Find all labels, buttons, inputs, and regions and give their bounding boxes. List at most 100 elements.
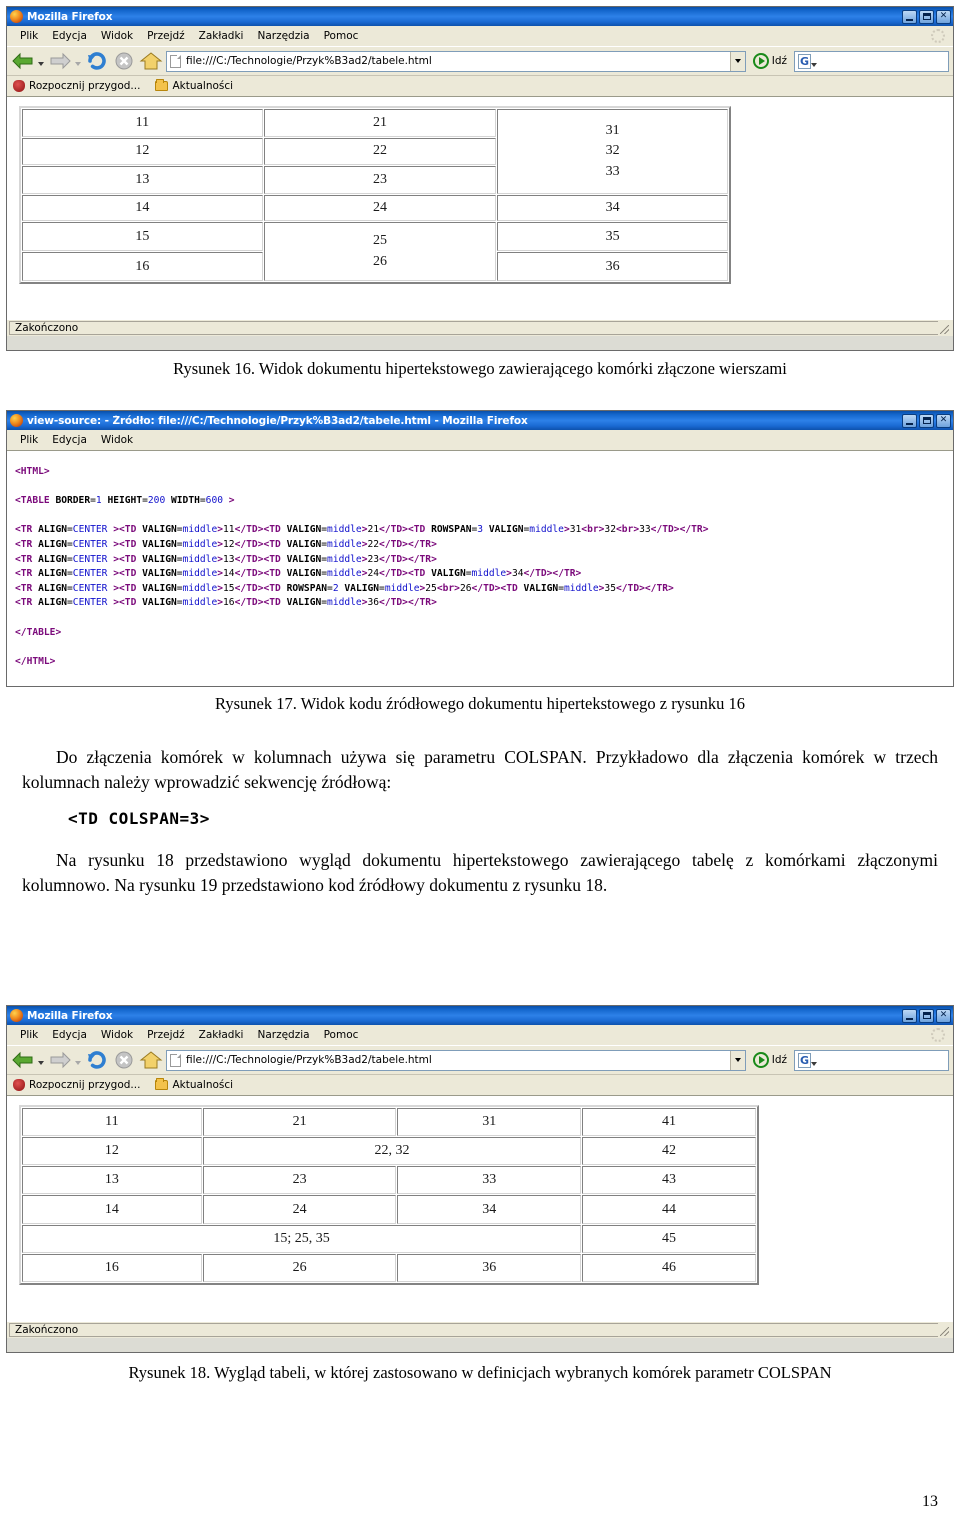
table-cell: 13 — [22, 166, 263, 195]
page-viewport: 11 21 31 32 33 12 22 13 23 14 24 34 15 2… — [7, 97, 953, 319]
google-search-icon: G — [798, 1052, 812, 1068]
menu-item-plik[interactable]: Plik — [13, 1028, 45, 1042]
bookmark-label: Rozpocznij przygod... — [29, 1079, 141, 1091]
table-row: 12 22, 32 42 — [22, 1137, 756, 1166]
table-cell: 21 — [202, 1108, 397, 1137]
menu-item-narzedzia[interactable]: Narzędzia — [250, 1028, 316, 1042]
bookmark-aktualnosci[interactable]: Aktualności — [155, 79, 234, 92]
status-bar: Zakończono — [7, 319, 953, 336]
maximize-button[interactable] — [919, 1008, 934, 1023]
table-cell: 14 — [22, 1195, 202, 1224]
menu-item-widok[interactable]: Widok — [94, 29, 140, 43]
menu-item-przejdz[interactable]: Przejdź — [140, 29, 192, 43]
source-code-view: <HTML> <TABLE BORDER=1 HEIGHT=200 WIDTH=… — [7, 451, 953, 671]
menu-bar: Plik Edycja Widok Przejdź Zakładki Narzę… — [7, 26, 953, 47]
table-cell: 35 — [497, 222, 728, 252]
home-icon[interactable] — [139, 1048, 163, 1072]
menu-item-pomoc[interactable]: Pomoc — [317, 29, 366, 43]
source-blank-line — [15, 640, 953, 655]
paragraph-colspan-intro: Do złączenia komórek w kolumnach używa s… — [22, 747, 938, 792]
menu-item-edycja[interactable]: Edycja — [45, 29, 94, 43]
search-input[interactable]: G — [794, 1049, 949, 1071]
table-cell: 16 — [22, 252, 263, 281]
figure16-caption: Rysunek 16. Widok dokumentu hipertekstow… — [173, 359, 787, 378]
table-row: 14 24 34 44 — [22, 1195, 756, 1224]
stop-icon — [112, 1048, 136, 1072]
menu-bar: Plik Edycja Widok Przejdź Zakładki Narzę… — [7, 1025, 953, 1046]
menu-item-przejdz[interactable]: Przejdź — [140, 1028, 192, 1042]
address-dropdown-icon[interactable] — [729, 1050, 745, 1070]
table-cell: 41 — [582, 1108, 756, 1137]
bookmark-rozpocznij-przygode[interactable]: Rozpocznij przygod... — [13, 80, 140, 92]
status-text: Zakończono — [9, 1323, 938, 1337]
menu-item-plik[interactable]: Plik — [13, 29, 45, 43]
menu-item-edycja[interactable]: Edycja — [45, 433, 94, 447]
menu-item-zakladki[interactable]: Zakładki — [192, 29, 251, 43]
bookmark-aktualnosci[interactable]: Aktualności — [155, 1078, 234, 1091]
table-row: 15; 25, 35 45 — [22, 1224, 756, 1253]
bookmark-rozpocznij-przygode[interactable]: Rozpocznij przygod... — [13, 1079, 140, 1091]
menu-item-edycja[interactable]: Edycja — [45, 1028, 94, 1042]
table-cell: 44 — [582, 1195, 756, 1224]
browser-window-figure16: Mozilla Firefox ✕ Plik Edycja Widok Prze… — [6, 6, 954, 351]
menu-item-pomoc[interactable]: Pomoc — [317, 1028, 366, 1042]
search-engine-dropdown-icon[interactable] — [811, 1061, 818, 1066]
go-button[interactable]: Idź — [749, 1052, 791, 1068]
table-cell: 36 — [397, 1253, 582, 1282]
google-search-icon: G — [798, 53, 812, 69]
source-blank-line — [15, 509, 953, 524]
close-button[interactable]: ✕ — [936, 1008, 951, 1023]
resize-grip-icon[interactable] — [938, 322, 951, 335]
maximize-button[interactable] — [919, 413, 934, 428]
page-icon — [170, 1053, 181, 1067]
firefox-bookmark-icon — [13, 80, 25, 92]
back-arrow-icon[interactable] — [11, 1048, 35, 1072]
menu-item-narzedzia[interactable]: Narzędzia — [250, 29, 316, 43]
go-label: Idź — [771, 1054, 787, 1066]
window-controls: ✕ — [902, 9, 951, 24]
table-row: 11 21 31 32 33 — [22, 109, 728, 195]
source-line: </HTML> — [15, 655, 56, 667]
address-dropdown-icon[interactable] — [729, 51, 745, 71]
address-bar-value: file:///C:/Technologie/Przyk%B3ad2/tabel… — [186, 1054, 432, 1066]
address-bar-value: file:///C:/Technologie/Przyk%B3ad2/tabel… — [186, 55, 432, 67]
table-cell-colspan3: 15; 25, 35 — [22, 1224, 582, 1253]
menu-item-widok[interactable]: Widok — [94, 1028, 140, 1042]
forward-arrow-icon — [48, 49, 72, 73]
address-bar[interactable]: file:///C:/Technologie/Przyk%B3ad2/tabel… — [166, 1049, 746, 1071]
bookmark-label: Rozpocznij przygod... — [29, 80, 141, 92]
bookmark-label: Aktualności — [172, 1079, 234, 1091]
table-row: 11 21 31 41 — [22, 1108, 756, 1137]
home-icon[interactable] — [139, 49, 163, 73]
firefox-icon — [10, 1009, 23, 1022]
minimize-button[interactable] — [902, 1008, 917, 1023]
back-arrow-icon[interactable] — [11, 49, 35, 73]
firefox-icon — [10, 414, 23, 427]
table-cell: 16 — [22, 1253, 202, 1282]
table-cell: 43 — [582, 1166, 756, 1195]
close-button[interactable]: ✕ — [936, 413, 951, 428]
navigation-toolbar: file:///C:/Technologie/Przyk%B3ad2/tabel… — [7, 1046, 953, 1075]
address-bar[interactable]: file:///C:/Technologie/Przyk%B3ad2/tabel… — [166, 50, 746, 72]
menu-item-plik[interactable]: Plik — [13, 433, 45, 447]
reload-icon[interactable] — [85, 49, 109, 73]
rendered-table-colspan: 11 21 31 41 12 22, 32 42 13 23 33 43 14 … — [19, 1105, 759, 1285]
menu-bar: Plik Edycja Widok — [7, 430, 953, 451]
resize-grip-icon[interactable] — [938, 1324, 951, 1337]
maximize-button[interactable] — [919, 9, 934, 24]
back-dropdown-icon[interactable] — [38, 62, 44, 66]
close-button[interactable]: ✕ — [936, 9, 951, 24]
search-engine-dropdown-icon[interactable] — [811, 62, 818, 67]
minimize-button[interactable] — [902, 9, 917, 24]
search-input[interactable]: G — [794, 50, 949, 72]
menu-item-widok[interactable]: Widok — [94, 433, 140, 447]
back-dropdown-icon[interactable] — [38, 1061, 44, 1065]
go-button[interactable]: Idź — [749, 53, 791, 69]
bookmark-label: Aktualności — [172, 80, 234, 92]
table-cell: 15 — [22, 222, 263, 252]
minimize-button[interactable] — [902, 413, 917, 428]
firefox-icon — [10, 10, 23, 23]
reload-icon[interactable] — [85, 1048, 109, 1072]
menu-item-zakladki[interactable]: Zakładki — [192, 1028, 251, 1042]
table-cell: 45 — [582, 1224, 756, 1253]
